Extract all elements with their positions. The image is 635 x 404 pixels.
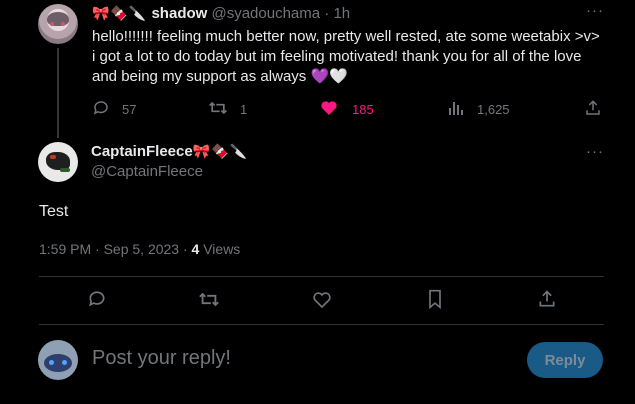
main-views-label: Views — [199, 241, 241, 257]
bookmark-icon[interactable] — [426, 289, 444, 309]
main-retweet-icon[interactable] — [198, 290, 220, 309]
main-body: Test — [39, 203, 69, 220]
parent-time[interactable]: 1h — [333, 5, 350, 22]
like-count: 185 — [352, 102, 374, 117]
views-icon[interactable] — [448, 100, 464, 116]
divider-bottom — [39, 324, 604, 325]
main-like-icon[interactable] — [312, 290, 332, 309]
reply-count: 57 — [122, 102, 137, 117]
main-avatar[interactable] — [38, 142, 78, 182]
parent-header: 🎀🍫🔪 shadow @syadouchama · 1h — [92, 5, 350, 22]
retweet-count: 1 — [240, 102, 248, 117]
reply-button[interactable]: Reply — [527, 342, 603, 378]
main-meta: 1:59 PM · Sep 5, 2023 · 4 Views — [39, 241, 240, 257]
composer-avatar[interactable] — [38, 340, 78, 380]
parent-more-icon[interactable]: ··· — [586, 2, 604, 19]
main-timestamp[interactable]: 1:59 PM · Sep 5, 2023 · — [39, 241, 192, 257]
share-icon[interactable] — [584, 99, 602, 117]
view-count: 1,625 — [477, 102, 510, 117]
retweet-icon[interactable] — [208, 99, 228, 117]
main-header: CaptainFleece🎀🍫🔪 — [91, 143, 248, 161]
thread-line — [57, 48, 59, 138]
parent-display-name[interactable]: shadow — [151, 5, 207, 22]
parent-name-emojis: 🎀🍫🔪 — [92, 5, 148, 21]
parent-body: hello!!!!!!! feeling much better now, pr… — [92, 28, 600, 85]
main-handle[interactable]: @CaptainFleece — [91, 162, 203, 182]
reply-icon[interactable] — [92, 99, 110, 117]
parent-avatar[interactable] — [38, 4, 78, 44]
parent-separator: · — [324, 5, 330, 22]
main-display-name[interactable]: CaptainFleece — [91, 143, 193, 160]
reply-input[interactable]: Post your reply! — [92, 347, 512, 370]
main-share-icon[interactable] — [537, 289, 557, 309]
main-name-emojis: 🎀🍫🔪 — [192, 143, 249, 159]
main-reply-icon[interactable] — [87, 289, 107, 309]
divider-top — [39, 276, 604, 277]
main-more-icon[interactable]: ··· — [586, 143, 604, 160]
liked-heart-icon[interactable] — [320, 99, 338, 116]
parent-handle[interactable]: @syadouchama — [211, 5, 320, 22]
